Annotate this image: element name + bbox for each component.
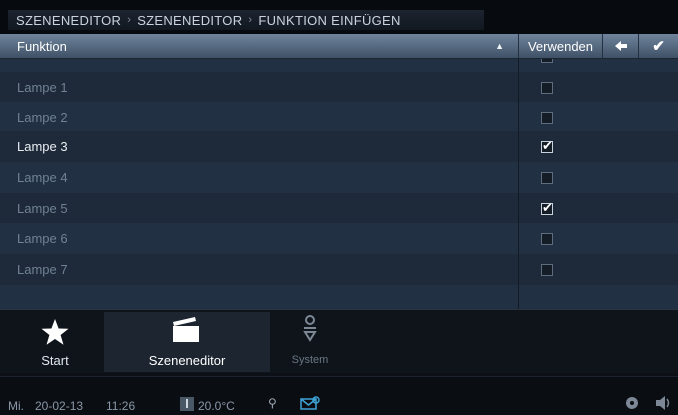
sort-up-icon[interactable]: ▲ — [495, 34, 504, 59]
checkmark-icon: ✔ — [652, 38, 665, 55]
function-list[interactable]: Lampe 1 Lampe 2 Lampe 3 Lampe 4 Lampe 5 … — [0, 59, 678, 309]
list-header: Funktion ▲ Verwenden ✔ — [0, 34, 678, 59]
use-checkbox-cell[interactable] — [519, 72, 575, 103]
pin-icon[interactable]: ⚲ — [268, 396, 277, 410]
confirm-button[interactable]: ✔ — [639, 34, 678, 58]
use-checkbox-cell[interactable] — [519, 223, 575, 254]
use-checkbox[interactable] — [541, 200, 553, 216]
list-item[interactable]: Lampe 7 — [0, 254, 678, 285]
use-checkbox-cell[interactable] — [519, 102, 575, 133]
status-time: 11:26 — [106, 399, 136, 413]
column-header-function[interactable]: Funktion ▲ — [0, 34, 519, 58]
status-bar: Mi. 20-02-13 11:26 20.0°C ⚲ — [0, 376, 678, 415]
use-checkbox[interactable] — [541, 59, 553, 63]
list-item[interactable]: Lampe 3 — [0, 131, 678, 162]
back-arrow-icon — [614, 41, 627, 51]
status-date: 20-02-13 — [35, 399, 84, 413]
nav-szeneneditor[interactable]: Szeneneditor — [104, 312, 270, 372]
use-checkbox[interactable] — [541, 171, 553, 184]
use-checkbox-cell[interactable] — [519, 59, 575, 72]
list-item[interactable]: Lampe 5 — [0, 193, 678, 224]
clapperboard-icon — [173, 317, 199, 342]
list-item-empty — [0, 285, 678, 309]
list-item[interactable]: Lampe 6 — [0, 223, 678, 254]
breadcrumb: SZENENEDITOR › SZENENEDITOR › FUNKTION E… — [8, 10, 484, 30]
breadcrumb-item-2[interactable]: SZENENEDITOR — [137, 13, 242, 28]
list-item-label: Lampe 6 — [0, 223, 519, 254]
list-item-label — [0, 59, 519, 72]
system-icon — [303, 315, 317, 342]
column-header-use[interactable]: Verwenden — [519, 34, 603, 58]
use-checkbox-cell[interactable] — [519, 193, 575, 224]
status-day: Mi. — [8, 399, 24, 413]
message-icon[interactable] — [300, 396, 320, 414]
list-item-label: Lampe 1 — [0, 72, 519, 103]
breadcrumb-separator-icon: › — [127, 14, 132, 26]
nav-system[interactable]: System — [270, 312, 350, 372]
list-item[interactable]: Lampe 2 — [0, 102, 678, 133]
use-checkbox[interactable] — [541, 232, 553, 245]
back-button[interactable] — [603, 34, 639, 58]
use-checkbox-cell[interactable] — [519, 254, 575, 285]
use-checkbox[interactable] — [541, 111, 553, 124]
list-item[interactable] — [0, 59, 678, 72]
nav-szeneneditor-label: Szeneneditor — [148, 353, 226, 368]
settings-icon[interactable] — [624, 395, 640, 414]
thermometer-icon — [180, 397, 194, 414]
use-checkbox-cell[interactable] — [519, 131, 575, 162]
list-item-empty-label — [0, 285, 519, 309]
nav-start-label: Start — [41, 353, 69, 368]
use-checkbox[interactable] — [541, 81, 553, 94]
list-item-label: Lampe 7 — [0, 254, 519, 285]
main-navigation: Start Szeneneditor System — [0, 309, 678, 373]
breadcrumb-separator-icon: › — [248, 14, 253, 26]
use-checkbox[interactable] — [541, 263, 553, 276]
nav-system-label: System — [291, 354, 329, 366]
breadcrumb-item-3: FUNKTION EINFÜGEN — [258, 12, 401, 28]
breadcrumb-item-1[interactable]: SZENENEDITOR — [16, 13, 121, 28]
column-header-function-label: Funktion — [17, 39, 67, 54]
use-checkbox-cell[interactable] — [519, 162, 575, 193]
breadcrumb-bar: SZENENEDITOR › SZENENEDITOR › FUNKTION E… — [0, 0, 678, 34]
speaker-icon[interactable] — [655, 395, 673, 414]
star-icon — [41, 319, 69, 345]
use-checkbox[interactable] — [541, 138, 553, 154]
list-item-label: Lampe 5 — [0, 193, 519, 224]
list-item[interactable]: Lampe 1 — [0, 72, 678, 103]
status-temperature: 20.0°C — [198, 399, 235, 413]
list-item-label: Lampe 2 — [0, 102, 519, 133]
list-item-label: Lampe 3 — [0, 131, 519, 162]
list-item[interactable]: Lampe 4 — [0, 162, 678, 193]
list-item-label: Lampe 4 — [0, 162, 519, 193]
nav-start[interactable]: Start — [8, 312, 102, 372]
